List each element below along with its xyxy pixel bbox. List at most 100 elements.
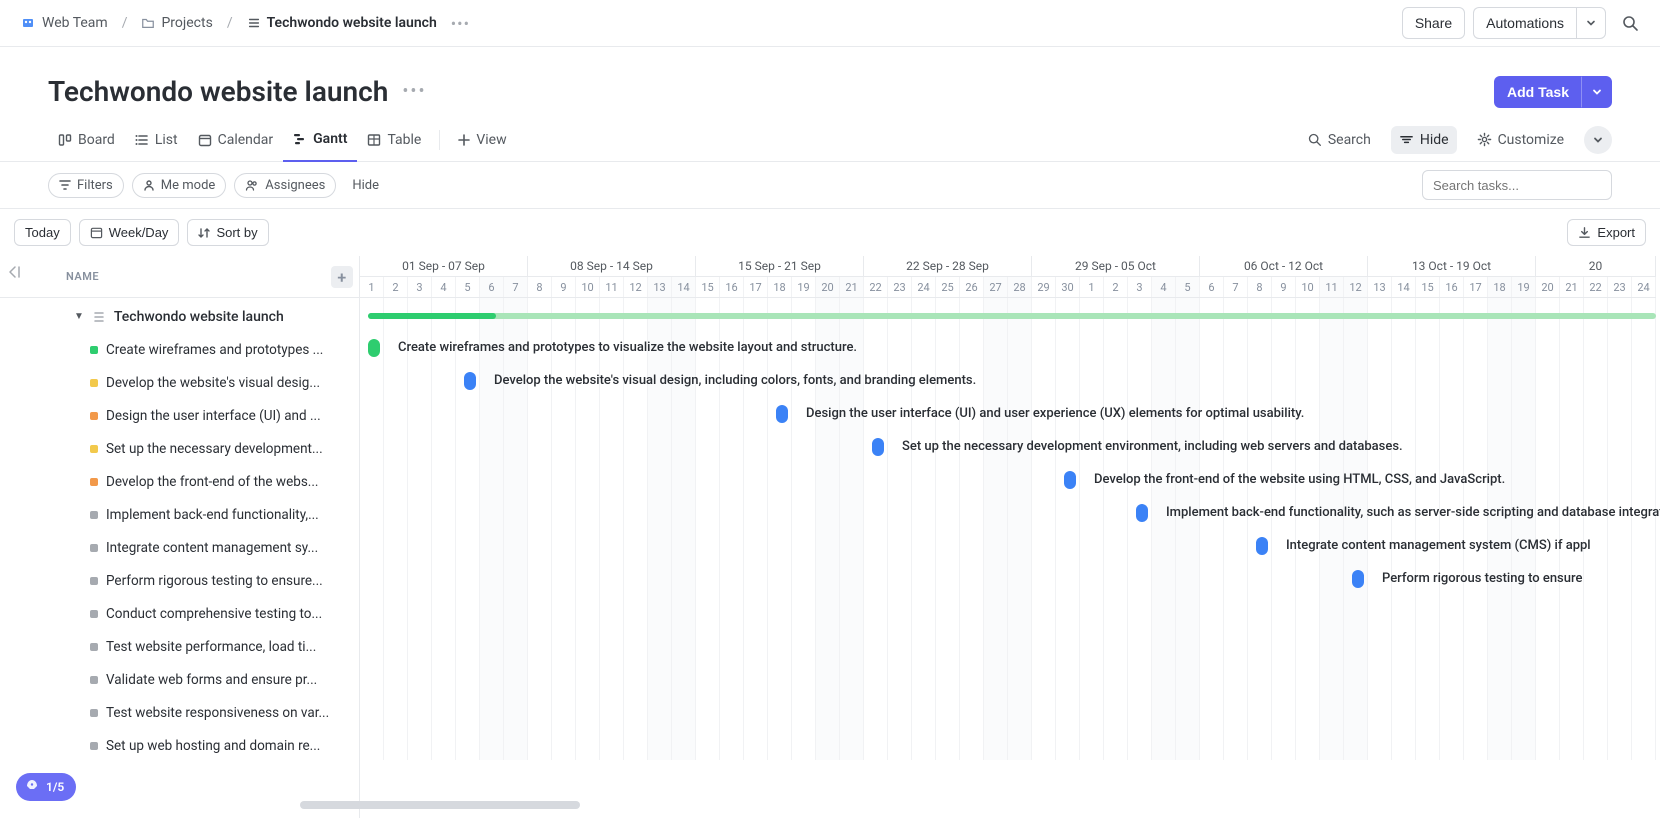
gantt-task-bar[interactable]	[872, 438, 884, 456]
task-row[interactable]: Develop the front-end of the webs...	[8, 465, 351, 498]
tab-add-view[interactable]: View	[448, 118, 516, 162]
list-icon	[135, 133, 149, 147]
task-list-panel: NAME + ▼ Techwondo website launchCreate …	[0, 256, 360, 818]
gantt-day-header: 14	[672, 277, 696, 297]
add-column-button[interactable]: +	[331, 266, 353, 288]
chevron-down-icon	[1585, 17, 1597, 29]
gantt-task-bar[interactable]	[1352, 570, 1364, 588]
filters-label: Filters	[77, 178, 113, 193]
breadcrumb-current[interactable]: Techwondo website launch	[241, 11, 443, 35]
assignees-chip[interactable]: Assignees	[234, 173, 336, 198]
automations-button[interactable]: Automations	[1473, 7, 1576, 39]
task-row[interactable]: Set up web hosting and domain re...	[8, 729, 351, 762]
gantt-day-header: 7	[1224, 277, 1248, 297]
gantt-day-header: 11	[600, 277, 624, 297]
task-group-root[interactable]: ▼ Techwondo website launch	[8, 300, 351, 333]
gantt-day-header: 22	[1584, 277, 1608, 297]
onboarding-bubble[interactable]: 1/5	[16, 773, 76, 801]
gantt-task-row: Design the user interface (UI) and user …	[360, 397, 1656, 430]
gantt-day-header: 15	[696, 277, 720, 297]
gantt-day-header: 2	[384, 277, 408, 297]
sort-button[interactable]: Sort by	[187, 219, 268, 246]
tab-list[interactable]: List	[125, 118, 188, 162]
gantt-day-header: 19	[792, 277, 816, 297]
tool-hide[interactable]: Hide	[1391, 126, 1457, 154]
task-row[interactable]: Test website performance, load ti...	[8, 630, 351, 663]
gantt-day-header: 4	[1152, 277, 1176, 297]
status-dot	[90, 577, 98, 585]
gantt-task-bar[interactable]	[1064, 471, 1076, 489]
status-dot	[90, 610, 98, 618]
task-row[interactable]: Develop the website's visual desig...	[8, 366, 351, 399]
task-row[interactable]: Conduct comprehensive testing to...	[8, 597, 351, 630]
gantt-day-header: 13	[648, 277, 672, 297]
task-row-label: Develop the front-end of the webs...	[106, 474, 318, 490]
gantt-week-header: 20	[1536, 256, 1656, 276]
task-row[interactable]: Design the user interface (UI) and ...	[8, 399, 351, 432]
tab-gantt[interactable]: Gantt	[283, 118, 357, 162]
status-dot	[90, 379, 98, 387]
export-button[interactable]: Export	[1567, 219, 1646, 246]
hide-icon	[1399, 132, 1414, 147]
gantt-day-header: 20	[816, 277, 840, 297]
gantt-task-bar[interactable]	[1256, 537, 1268, 555]
filters-chip[interactable]: Filters	[48, 173, 124, 198]
task-row-label: Integrate content management sy...	[106, 540, 318, 556]
gantt-task-bar[interactable]	[368, 339, 380, 357]
hide-link[interactable]: Hide	[344, 174, 387, 197]
task-row[interactable]: Implement back-end functionality,...	[8, 498, 351, 531]
task-row[interactable]: Perform rigorous testing to ensure...	[8, 564, 351, 597]
search-icon	[1307, 132, 1322, 147]
task-row-label: Implement back-end functionality,...	[106, 507, 319, 523]
gantt-task-row: Develop the website's visual design, inc…	[360, 364, 1656, 397]
status-dot	[90, 643, 98, 651]
gantt-day-header: 24	[912, 277, 936, 297]
task-row[interactable]: Test website responsiveness on var...	[8, 696, 351, 729]
gantt-task-bar[interactable]	[776, 405, 788, 423]
task-row-label: Design the user interface (UI) and ...	[106, 408, 321, 424]
gantt-group-range[interactable]	[368, 313, 1656, 319]
horizontal-scrollbar[interactable]	[300, 801, 580, 809]
gantt-day-header: 16	[720, 277, 744, 297]
title-more-icon[interactable]: •••	[402, 81, 426, 102]
gantt-day-header: 5	[456, 277, 480, 297]
add-task-dropdown[interactable]	[1582, 76, 1612, 108]
me-mode-chip[interactable]: Me mode	[132, 173, 227, 198]
gantt-task-bar[interactable]	[464, 372, 476, 390]
expand-button[interactable]	[1584, 126, 1612, 154]
status-dot	[90, 544, 98, 552]
task-row[interactable]: Validate web forms and ensure pr...	[8, 663, 351, 696]
doc-icon	[92, 310, 106, 324]
gantt-day-header: 6	[480, 277, 504, 297]
column-header-name: NAME	[66, 270, 99, 283]
task-row[interactable]: Create wireframes and prototypes ...	[8, 333, 351, 366]
gantt-task-bar[interactable]	[1136, 504, 1148, 522]
today-button[interactable]: Today	[14, 219, 71, 246]
share-button[interactable]: Share	[1402, 7, 1465, 39]
onboarding-label: 1/5	[46, 780, 64, 794]
add-task-button[interactable]: Add Task	[1494, 76, 1582, 108]
tab-board[interactable]: Board	[48, 118, 125, 162]
tool-search[interactable]: Search	[1299, 126, 1379, 154]
search-tasks-input[interactable]	[1422, 170, 1612, 200]
task-row[interactable]: Set up the necessary development...	[8, 432, 351, 465]
gantt-chart[interactable]: 01 Sep - 07 Sep08 Sep - 14 Sep15 Sep - 2…	[360, 256, 1660, 818]
gantt-task-label: Implement back-end functionality, such a…	[1166, 505, 1660, 520]
breadcrumb-team[interactable]: Web Team	[14, 11, 114, 35]
breadcrumb-team-label: Web Team	[42, 15, 108, 31]
tab-table[interactable]: Table	[357, 118, 431, 162]
zoom-button[interactable]: Week/Day	[79, 219, 180, 246]
automations-dropdown[interactable]	[1576, 7, 1606, 39]
more-icon[interactable]: •••	[451, 14, 470, 33]
automations-button-group: Automations	[1473, 7, 1606, 39]
tab-calendar[interactable]: Calendar	[188, 118, 284, 162]
breadcrumb-projects[interactable]: Projects	[135, 11, 218, 35]
task-row[interactable]: Integrate content management sy...	[8, 531, 351, 564]
download-icon	[1578, 226, 1591, 239]
global-search-button[interactable]	[1614, 7, 1646, 39]
gantt-task-row: Create wireframes and prototypes to visu…	[360, 331, 1656, 364]
gantt-task-label: Develop the website's visual design, inc…	[494, 373, 976, 388]
tool-customize[interactable]: Customize	[1469, 126, 1572, 154]
gantt-group-row	[360, 298, 1656, 331]
tab-table-label: Table	[387, 132, 421, 148]
